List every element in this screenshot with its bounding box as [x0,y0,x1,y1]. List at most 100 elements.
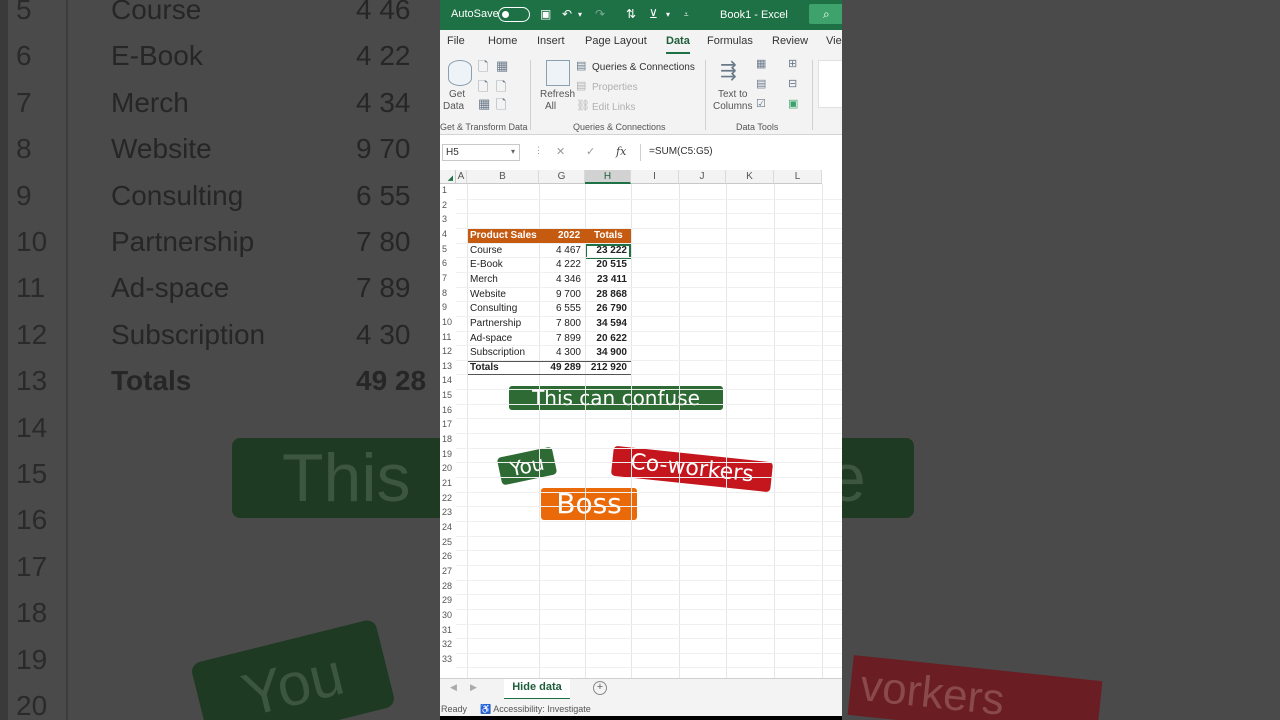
row-header[interactable]: 24 [440,522,456,537]
cell-product[interactable]: Course [470,245,502,256]
row-header[interactable]: 13 [440,361,456,376]
columns-label[interactable]: Columns [713,101,752,112]
cell-product[interactable]: E-Book [470,259,503,270]
tab-home[interactable]: Home [488,35,517,47]
row-header[interactable]: 15 [440,390,456,405]
row-header[interactable]: 32 [440,639,456,654]
relationships-icon[interactable]: ⊟ [788,77,797,90]
cell-total[interactable]: 212 920 [585,362,627,373]
cell-total[interactable]: 23 411 [585,274,627,285]
tab-insert[interactable]: Insert [537,35,565,47]
row-header[interactable]: 9 [440,302,456,317]
refresh-label-2[interactable]: All [545,101,556,112]
from-range-icon[interactable]: ▦ [478,96,490,112]
formula-input[interactable]: =SUM(C5:G5) [640,144,842,161]
cell-2022[interactable]: 4 346 [539,274,581,285]
cell-product[interactable]: Website [470,289,506,300]
forecast-panel[interactable] [818,60,842,108]
autosave-toggle[interactable] [498,7,530,22]
tab-data[interactable]: Data [666,35,690,54]
row-header[interactable]: 16 [440,405,456,420]
column-header-a[interactable]: A [456,170,467,184]
row-header[interactable]: 25 [440,537,456,552]
from-table-icon[interactable]: ▦ [496,58,508,74]
row-header[interactable]: 10 [440,317,456,332]
row-header[interactable]: 26 [440,551,456,566]
text-to-label[interactable]: Text to [718,89,747,100]
prev-sheet-icon[interactable]: ◀ [450,682,457,693]
row-header[interactable]: 11 [440,332,456,347]
row-header[interactable]: 19 [440,449,456,464]
cell-2022[interactable]: 4 222 [539,259,581,270]
queries-icon[interactable]: ▤ [576,59,586,72]
row-header[interactable]: 29 [440,595,456,610]
filter-dropdown-icon[interactable]: ▾ [666,10,670,19]
row-header[interactable]: 30 [440,610,456,625]
text-to-columns-icon[interactable]: ⇶ [720,58,737,83]
data-validation-icon[interactable]: ☑ [756,97,766,110]
row-header[interactable]: 1 [440,185,456,200]
cell-2022[interactable]: 4 467 [539,245,581,256]
get-data-label-2[interactable]: Data [443,101,464,112]
refresh-label[interactable]: Refresh [540,89,575,100]
tab-vie[interactable]: Vie [826,35,842,47]
remove-duplicates-icon[interactable]: ▤ [756,77,766,90]
customize-toolbar-icon[interactable]: ⩡ [684,10,689,20]
column-header-g[interactable]: G [539,170,585,184]
cell-2022[interactable]: 7 800 [539,318,581,329]
add-sheet-icon[interactable]: + [593,681,607,695]
name-box-dropdown-icon[interactable]: ▾ [511,147,515,156]
column-header-j[interactable]: J [679,170,726,184]
get-data-icon[interactable] [448,60,472,86]
undo-dropdown-icon[interactable]: ▾ [578,10,582,19]
cell-total[interactable]: 26 790 [585,303,627,314]
row-header[interactable]: 12 [440,346,456,361]
redo-icon[interactable]: ↷ [595,7,605,21]
cell-2022[interactable]: 49 289 [539,362,581,373]
tab-review[interactable]: Review [772,35,808,47]
accessibility-status[interactable]: ♿ Accessibility: Investigate [480,704,591,715]
get-data-label[interactable]: Get [449,89,465,100]
cell-total[interactable]: 20 622 [585,333,627,344]
cell-total[interactable]: 34 900 [585,347,627,358]
cell-2022[interactable]: 7 899 [539,333,581,344]
search-icon[interactable]: ⌕ [809,4,842,24]
row-header[interactable]: 6 [440,258,456,273]
save-icon[interactable]: ▣ [540,7,551,21]
row-header[interactable]: 8 [440,288,456,303]
existing-connections-icon[interactable]: 🗋 [496,96,506,118]
row-header[interactable]: 18 [440,434,456,449]
column-header-l[interactable]: L [774,170,822,184]
cell-total[interactable]: 34 594 [585,318,627,329]
row-header[interactable]: 33 [440,654,456,669]
row-header[interactable]: 2 [440,200,456,215]
queries-connections-button[interactable]: Queries & Connections [592,62,695,73]
row-header[interactable]: 20 [440,463,456,478]
row-header[interactable]: 4 [440,229,456,244]
sheet-tab-hide-data[interactable]: Hide data [504,679,570,700]
row-header[interactable]: 3 [440,214,456,229]
cell-product[interactable]: Partnership [470,318,521,329]
cell-product[interactable]: Ad-space [470,333,512,344]
data-model-icon[interactable]: ▣ [788,97,798,110]
cell-2022[interactable]: 9 700 [539,289,581,300]
insert-function-icon[interactable]: fx [616,145,626,158]
name-box[interactable]: H5 ▾ [442,144,520,161]
flash-fill-icon[interactable]: ▦ [756,57,766,70]
filter-icon[interactable]: ⊻ [649,7,658,21]
row-header[interactable]: 21 [440,478,456,493]
refresh-icon[interactable] [546,60,570,86]
cell-product[interactable]: Totals [470,362,499,373]
column-header-i[interactable]: I [631,170,679,184]
row-header[interactable]: 27 [440,566,456,581]
row-header[interactable]: 17 [440,419,456,434]
column-header-k[interactable]: K [726,170,774,184]
tab-file[interactable]: File [447,35,465,47]
cell-total[interactable]: 28 868 [585,289,627,300]
select-all-corner[interactable]: ◢ [440,170,456,184]
column-header-b[interactable]: B [467,170,539,184]
worksheet-grid[interactable]: This can confuse You Co-workers Boss ABG… [440,170,842,678]
row-header[interactable]: 5 [440,244,456,259]
sort-icon[interactable]: ⇅ [626,7,636,21]
cell-2022[interactable]: 4 300 [539,347,581,358]
